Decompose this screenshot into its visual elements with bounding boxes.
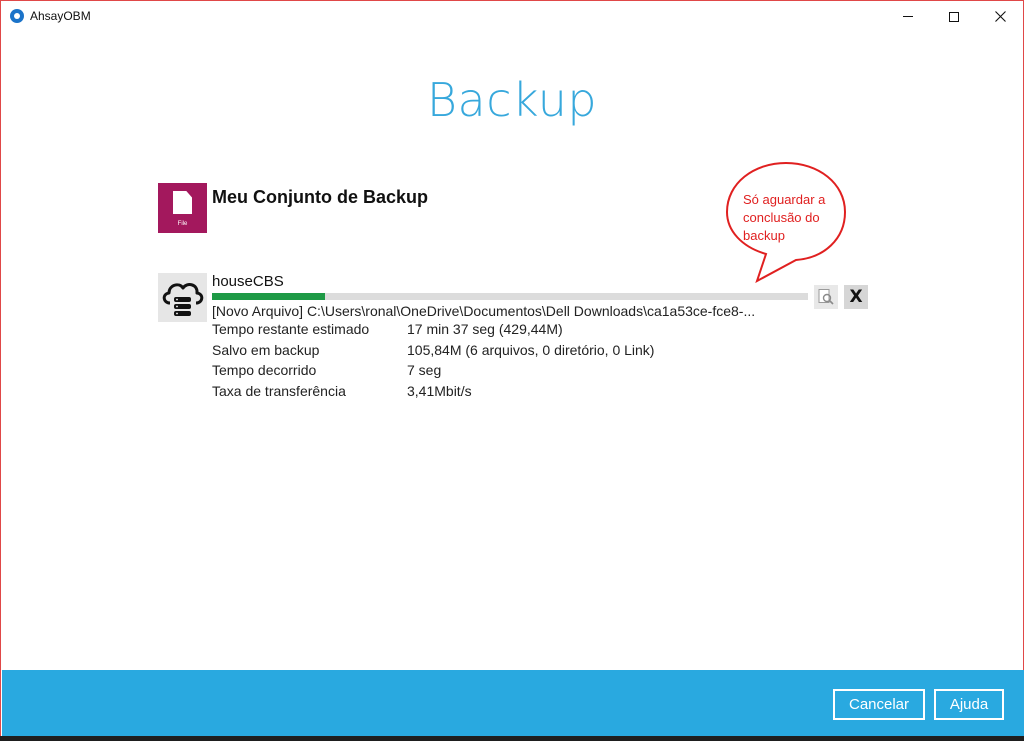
annotation-line: Só aguardar a: [743, 192, 826, 207]
stat-label: Salvo em backup: [212, 341, 320, 358]
title-bar: AhsayOBM: [1, 1, 1023, 32]
page-title: Backup: [426, 73, 598, 127]
destination-name: houseCBS: [212, 273, 284, 290]
backup-set-name: Meu Conjunto de Backup: [212, 187, 428, 207]
stat-value: 105,84M (6 arquivos, 0 diretório, 0 Link…: [407, 341, 655, 358]
stat-label: Tempo restante estimado: [212, 321, 370, 337]
footer-bar: Cancelar Ajuda: [2, 670, 1024, 741]
stat-value: 3,41Mbit/s: [407, 382, 472, 399]
minimize-button[interactable]: [885, 1, 931, 32]
taskbar-strip: [0, 736, 1024, 741]
close-icon: [994, 11, 1006, 22]
close-button[interactable]: [977, 1, 1023, 32]
annotation-line: backup: [743, 228, 785, 243]
stat-row: Tempo decorrido 7 seg: [212, 362, 712, 383]
backup-stats: Tempo restante estimado 17 min 37 seg (42…: [212, 321, 712, 403]
file-backup-set-icon: File: [158, 183, 207, 233]
app-window: AhsayOBM Backup File Meu Conjunto de Bac…: [0, 0, 1024, 741]
maximize-button[interactable]: [931, 1, 977, 32]
annotation-line: conclusão do: [743, 210, 820, 225]
cancel-button[interactable]: Cancelar: [833, 689, 925, 720]
stat-label: Taxa de transferência: [212, 382, 346, 399]
minimize-icon: [903, 16, 913, 17]
stat-row: Salvo em backup 105,84M (6 arquivos, 0 di…: [212, 342, 712, 363]
backup-progress-fill: [212, 293, 326, 300]
magnifier-icon: [818, 289, 834, 305]
annotation-text: Só aguardar a conclusão do backup: [743, 191, 843, 245]
stat-value: 17 min 37 seg (429,44M): [407, 321, 563, 337]
stat-row: Taxa de transferência 3,41Mbit/s: [212, 383, 712, 404]
window-title: AhsayOBM: [30, 9, 91, 23]
current-file-path: [Novo Arquivo] C:\Users\ronal\OneDrive\D…: [212, 303, 756, 319]
maximize-icon: [949, 11, 959, 22]
app-logo-icon: [10, 9, 24, 23]
stat-value: 7 seg: [407, 362, 442, 378]
backup-progress-bar: [212, 293, 808, 300]
cloud-server-icon: [158, 273, 207, 322]
document-icon: [173, 191, 192, 214]
view-log-button[interactable]: [814, 285, 838, 309]
stat-label: Tempo decorrido: [212, 362, 317, 378]
stat-row: Tempo restante estimado 17 min 37 seg (42…: [212, 321, 712, 342]
file-icon-label: File: [177, 221, 188, 227]
help-button[interactable]: Ajuda: [934, 689, 1004, 720]
cancel-backup-button[interactable]: X: [844, 285, 868, 309]
